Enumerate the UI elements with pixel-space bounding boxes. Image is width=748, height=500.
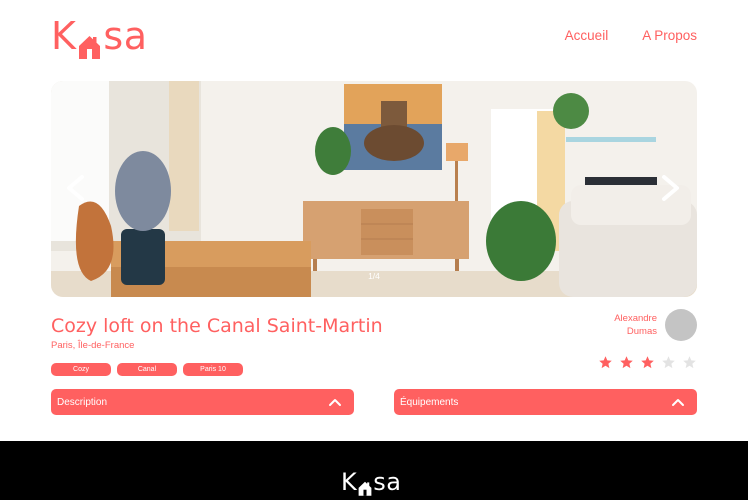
star-icon [599, 356, 612, 369]
star-icon [683, 356, 696, 369]
star-icon [641, 356, 654, 369]
tag: Canal [117, 363, 177, 376]
nav-link-a-propos[interactable]: A Propos [642, 28, 697, 43]
equipments-collapse[interactable]: Équipements [394, 389, 697, 415]
rating-stars [598, 355, 697, 370]
description-collapse[interactable]: Description [51, 389, 354, 415]
logo-letter-k: K [341, 468, 358, 496]
slide-counter: 1/4 [368, 271, 380, 281]
logo-letter-k: K [51, 14, 77, 58]
house-icon [358, 475, 372, 496]
host-name: Alexandre Dumas [597, 312, 657, 338]
footer: K sa [0, 441, 748, 500]
kasa-logo[interactable]: K sa [51, 12, 148, 60]
previous-arrow-icon[interactable] [61, 173, 91, 203]
chevron-up-icon[interactable] [328, 395, 342, 409]
collapse-label: Équipements [400, 396, 459, 408]
chevron-up-icon[interactable] [671, 395, 685, 409]
listing-title: Cozy loft on the Canal Saint-Martin [51, 315, 383, 337]
listing-location: Paris, Île-de-France [51, 340, 135, 351]
star-icon [662, 356, 675, 369]
host-last-name: Dumas [626, 326, 657, 337]
collapse-label: Description [57, 396, 108, 408]
header: K sa Accueil A Propos [0, 0, 748, 80]
tag-list: Cozy Canal Paris 10 [51, 363, 243, 376]
host-info: Alexandre Dumas [597, 309, 697, 341]
next-arrow-icon[interactable] [655, 173, 685, 203]
footer-kasa-logo: K sa [341, 467, 401, 497]
photo-carousel [51, 81, 697, 297]
tag: Paris 10 [183, 363, 243, 376]
main-nav: Accueil A Propos [565, 28, 697, 43]
host-avatar [665, 309, 697, 341]
host-first-name: Alexandre [614, 313, 657, 324]
house-icon [78, 25, 101, 59]
star-icon [620, 356, 633, 369]
logo-letters-sa: sa [103, 14, 148, 58]
tag: Cozy [51, 363, 111, 376]
logo-letters-sa: sa [373, 468, 402, 496]
nav-link-accueil[interactable]: Accueil [565, 28, 609, 43]
listing-photo [51, 81, 697, 297]
